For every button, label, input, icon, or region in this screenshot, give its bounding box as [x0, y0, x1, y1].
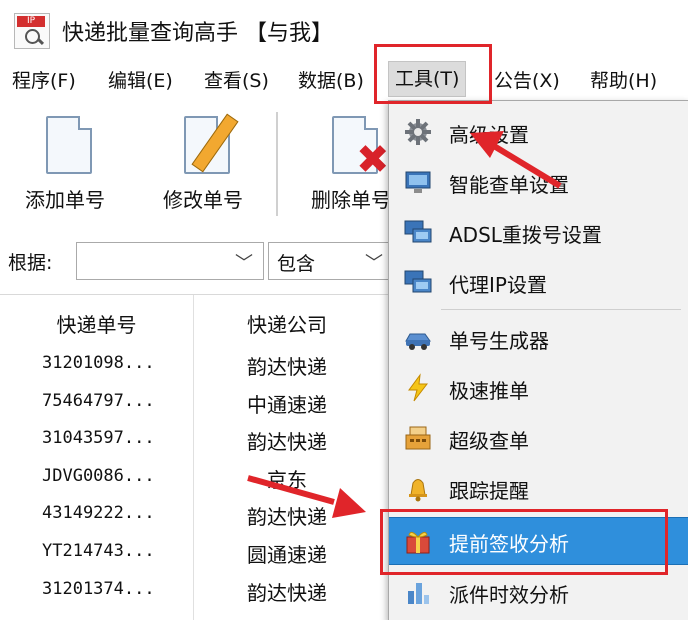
menu-item-proxy-ip-settings[interactable]: 代理IP设置 — [389, 259, 688, 305]
network-computer-icon — [404, 220, 432, 243]
menu-item-label: 代理IP设置 — [449, 273, 547, 297]
menu-separator — [441, 309, 681, 310]
menu-item-smart-query-settings[interactable]: 智能查单设置 — [389, 159, 688, 205]
delete-x-icon: ✖ — [356, 137, 390, 183]
tracking-number-cell: 43149222... — [42, 503, 155, 523]
bar-chart-icon — [408, 583, 429, 604]
tracking-number-cell: YT214743... — [42, 541, 155, 561]
menu-item-number-generator[interactable]: 单号生成器 — [389, 315, 688, 361]
menu-item-label: ADSL重拨号设置 — [449, 223, 602, 247]
annotation-highlight-box — [380, 509, 668, 575]
filter-mode-select[interactable]: 包含 ﹀ — [268, 242, 394, 280]
lightning-icon — [408, 373, 429, 402]
menu-item-label: 智能查单设置 — [449, 173, 569, 197]
courier-company-cell: 韵达快递 — [247, 430, 327, 454]
menu-view[interactable]: 查看(S) — [204, 66, 269, 93]
menu-item-delivery-time-analysis[interactable]: 派件时效分析 — [389, 569, 688, 615]
bell-icon — [409, 479, 427, 502]
tracking-number-cell: 31201374... — [42, 579, 155, 599]
column-header-company[interactable]: 快递公司 — [194, 309, 380, 338]
filter-row: 根据: ﹀ 包含 ﹀ — [0, 236, 400, 288]
title-bar: IP 快递批量查询高手 【与我】 — [0, 0, 688, 58]
menu-item-adsl-redial-settings[interactable]: ADSL重拨号设置 — [389, 209, 688, 255]
monitor-icon — [405, 171, 431, 193]
app-logo-text: IP — [17, 16, 45, 27]
menu-notice[interactable]: 公告(X) — [494, 66, 560, 93]
toolbar-separator — [276, 112, 278, 216]
tracking-number-cell: JDVG0086... — [42, 466, 155, 486]
chevron-down-icon: ﹀ — [235, 253, 253, 274]
filter-field-select[interactable]: ﹀ — [76, 242, 264, 280]
courier-company-cell: 韵达快递 — [247, 355, 327, 379]
app-logo-icon: IP — [14, 13, 50, 49]
menu-program[interactable]: 程序(F) — [12, 66, 76, 93]
window-title: 快递批量查询高手 【与我】 — [62, 21, 333, 46]
table-row[interactable]: 31201098... 韵达快递 — [0, 349, 400, 386]
courier-company-cell: 韵达快递 — [247, 581, 327, 605]
cash-register-icon — [405, 426, 431, 450]
tracking-number-cell: 75464797... — [42, 391, 155, 411]
document-icon — [46, 116, 92, 174]
add-number-button[interactable]: 添加单号 — [0, 110, 130, 222]
menu-item-label: 单号生成器 — [449, 329, 549, 353]
table-row[interactable]: 31201374... 韵达快递 — [0, 575, 400, 612]
menu-edit[interactable]: 编辑(E) — [108, 66, 173, 93]
table-row[interactable]: 75464797... 中通速递 — [0, 387, 400, 424]
menu-item-label: 高级设置 — [449, 123, 529, 147]
car-icon — [405, 333, 431, 350]
courier-company-cell: 圆通速递 — [247, 543, 327, 567]
filter-mode-value: 包含 — [277, 253, 316, 275]
filter-label: 根据: — [8, 252, 53, 274]
menu-item-label: 超级查单 — [449, 429, 529, 453]
chevron-down-icon: ﹀ — [365, 253, 383, 274]
column-header-number[interactable]: 快递单号 — [0, 309, 193, 338]
menu-bar: 程序(F) 编辑(E) 查看(S) 数据(B) 工具(T) 公告(X) 帮助(H… — [0, 60, 688, 100]
results-table: 快递单号 快递公司 31201098... 韵达快递 75464797... 中… — [0, 294, 400, 620]
toolbar: 添加单号 修改单号 ✖ 删除单号 — [0, 100, 400, 232]
menu-item-tracking-reminder[interactable]: 跟踪提醒 — [389, 465, 688, 511]
tracking-number-cell: 31043597... — [42, 428, 155, 448]
menu-item-super-query[interactable]: 超级查单 — [389, 415, 688, 461]
courier-company-cell: 京东 — [267, 468, 307, 492]
menu-item-fast-push[interactable]: 极速推单 — [389, 365, 688, 411]
annotation-highlight-box — [374, 44, 492, 104]
table-row[interactable]: 31043597... 韵达快递 — [0, 424, 400, 461]
courier-company-cell: 中通速递 — [247, 393, 327, 417]
menu-item-label: 极速推单 — [449, 379, 529, 403]
table-row[interactable]: 43149222... 韵达快递 — [0, 499, 400, 536]
table-row[interactable]: JDVG0086... 京东 — [0, 462, 400, 499]
table-row[interactable]: YT214743... 圆通速递 — [0, 537, 400, 574]
edit-number-button[interactable]: 修改单号 — [138, 110, 268, 222]
tracking-number-cell: 31201098... — [42, 353, 155, 373]
menu-data[interactable]: 数据(B) — [298, 66, 364, 93]
network-computer-icon — [404, 270, 432, 293]
add-number-label: 添加单号 — [25, 188, 105, 212]
gear-icon — [405, 119, 431, 145]
menu-help[interactable]: 帮助(H) — [590, 66, 657, 93]
menu-item-label: 派件时效分析 — [449, 583, 569, 607]
menu-item-advanced-settings[interactable]: 高级设置 — [389, 109, 688, 155]
edit-number-label: 修改单号 — [163, 188, 243, 212]
app-window: IP 快递批量查询高手 【与我】 程序(F) 编辑(E) 查看(S) 数据(B)… — [0, 0, 688, 620]
courier-company-cell: 韵达快递 — [247, 505, 327, 529]
menu-item-label: 跟踪提醒 — [449, 479, 529, 503]
